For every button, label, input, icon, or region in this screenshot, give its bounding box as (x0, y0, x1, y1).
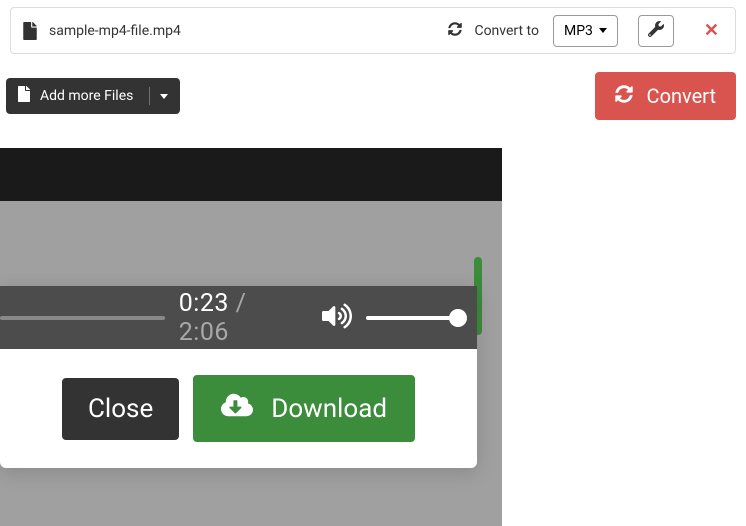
audio-player-bar: 0:23 / 2:06 (0, 286, 477, 349)
settings-button[interactable] (638, 15, 674, 47)
refresh-icon (615, 84, 633, 108)
format-selected-value: MP3 (564, 23, 593, 39)
remove-file-button[interactable]: ✕ (700, 16, 723, 45)
file-icon (23, 22, 37, 40)
chevron-down-icon (160, 94, 168, 99)
time-separator: / (229, 289, 247, 318)
add-more-files-label: Add more Files (40, 88, 133, 104)
current-time: 0:23 (179, 289, 229, 318)
convert-button[interactable]: Convert (595, 72, 736, 120)
total-time: 2:06 (179, 318, 229, 347)
cloud-download-icon (221, 391, 253, 426)
volume-thumb[interactable] (449, 309, 467, 327)
modal-actions: Close Download (0, 349, 477, 468)
download-button-label: Download (271, 394, 387, 424)
volume-slider[interactable] (366, 316, 459, 320)
add-more-files-button[interactable]: Add more Files (6, 78, 180, 114)
chevron-down-icon (599, 28, 607, 33)
file-name: sample-mp4-file.mp4 (49, 23, 181, 39)
refresh-icon (448, 21, 462, 40)
background-dark-bar (0, 148, 502, 201)
download-button[interactable]: Download (193, 375, 415, 442)
convert-to-label: Convert to (474, 23, 539, 39)
action-row: Add more Files Convert (0, 54, 746, 130)
volume-icon[interactable] (322, 301, 352, 335)
file-add-icon (18, 86, 30, 106)
close-button[interactable]: Close (62, 378, 179, 440)
close-icon: ✕ (704, 20, 719, 41)
time-display: 0:23 / 2:06 (179, 289, 298, 347)
wrench-icon (648, 21, 664, 41)
preview-modal: 0:23 / 2:06 Close Download (0, 286, 477, 468)
format-select[interactable]: MP3 (553, 15, 618, 47)
convert-button-label: Convert (647, 84, 716, 108)
progress-track[interactable] (0, 316, 165, 320)
file-row: sample-mp4-file.mp4 Convert to MP3 ✕ (10, 7, 736, 54)
close-button-label: Close (88, 394, 153, 424)
